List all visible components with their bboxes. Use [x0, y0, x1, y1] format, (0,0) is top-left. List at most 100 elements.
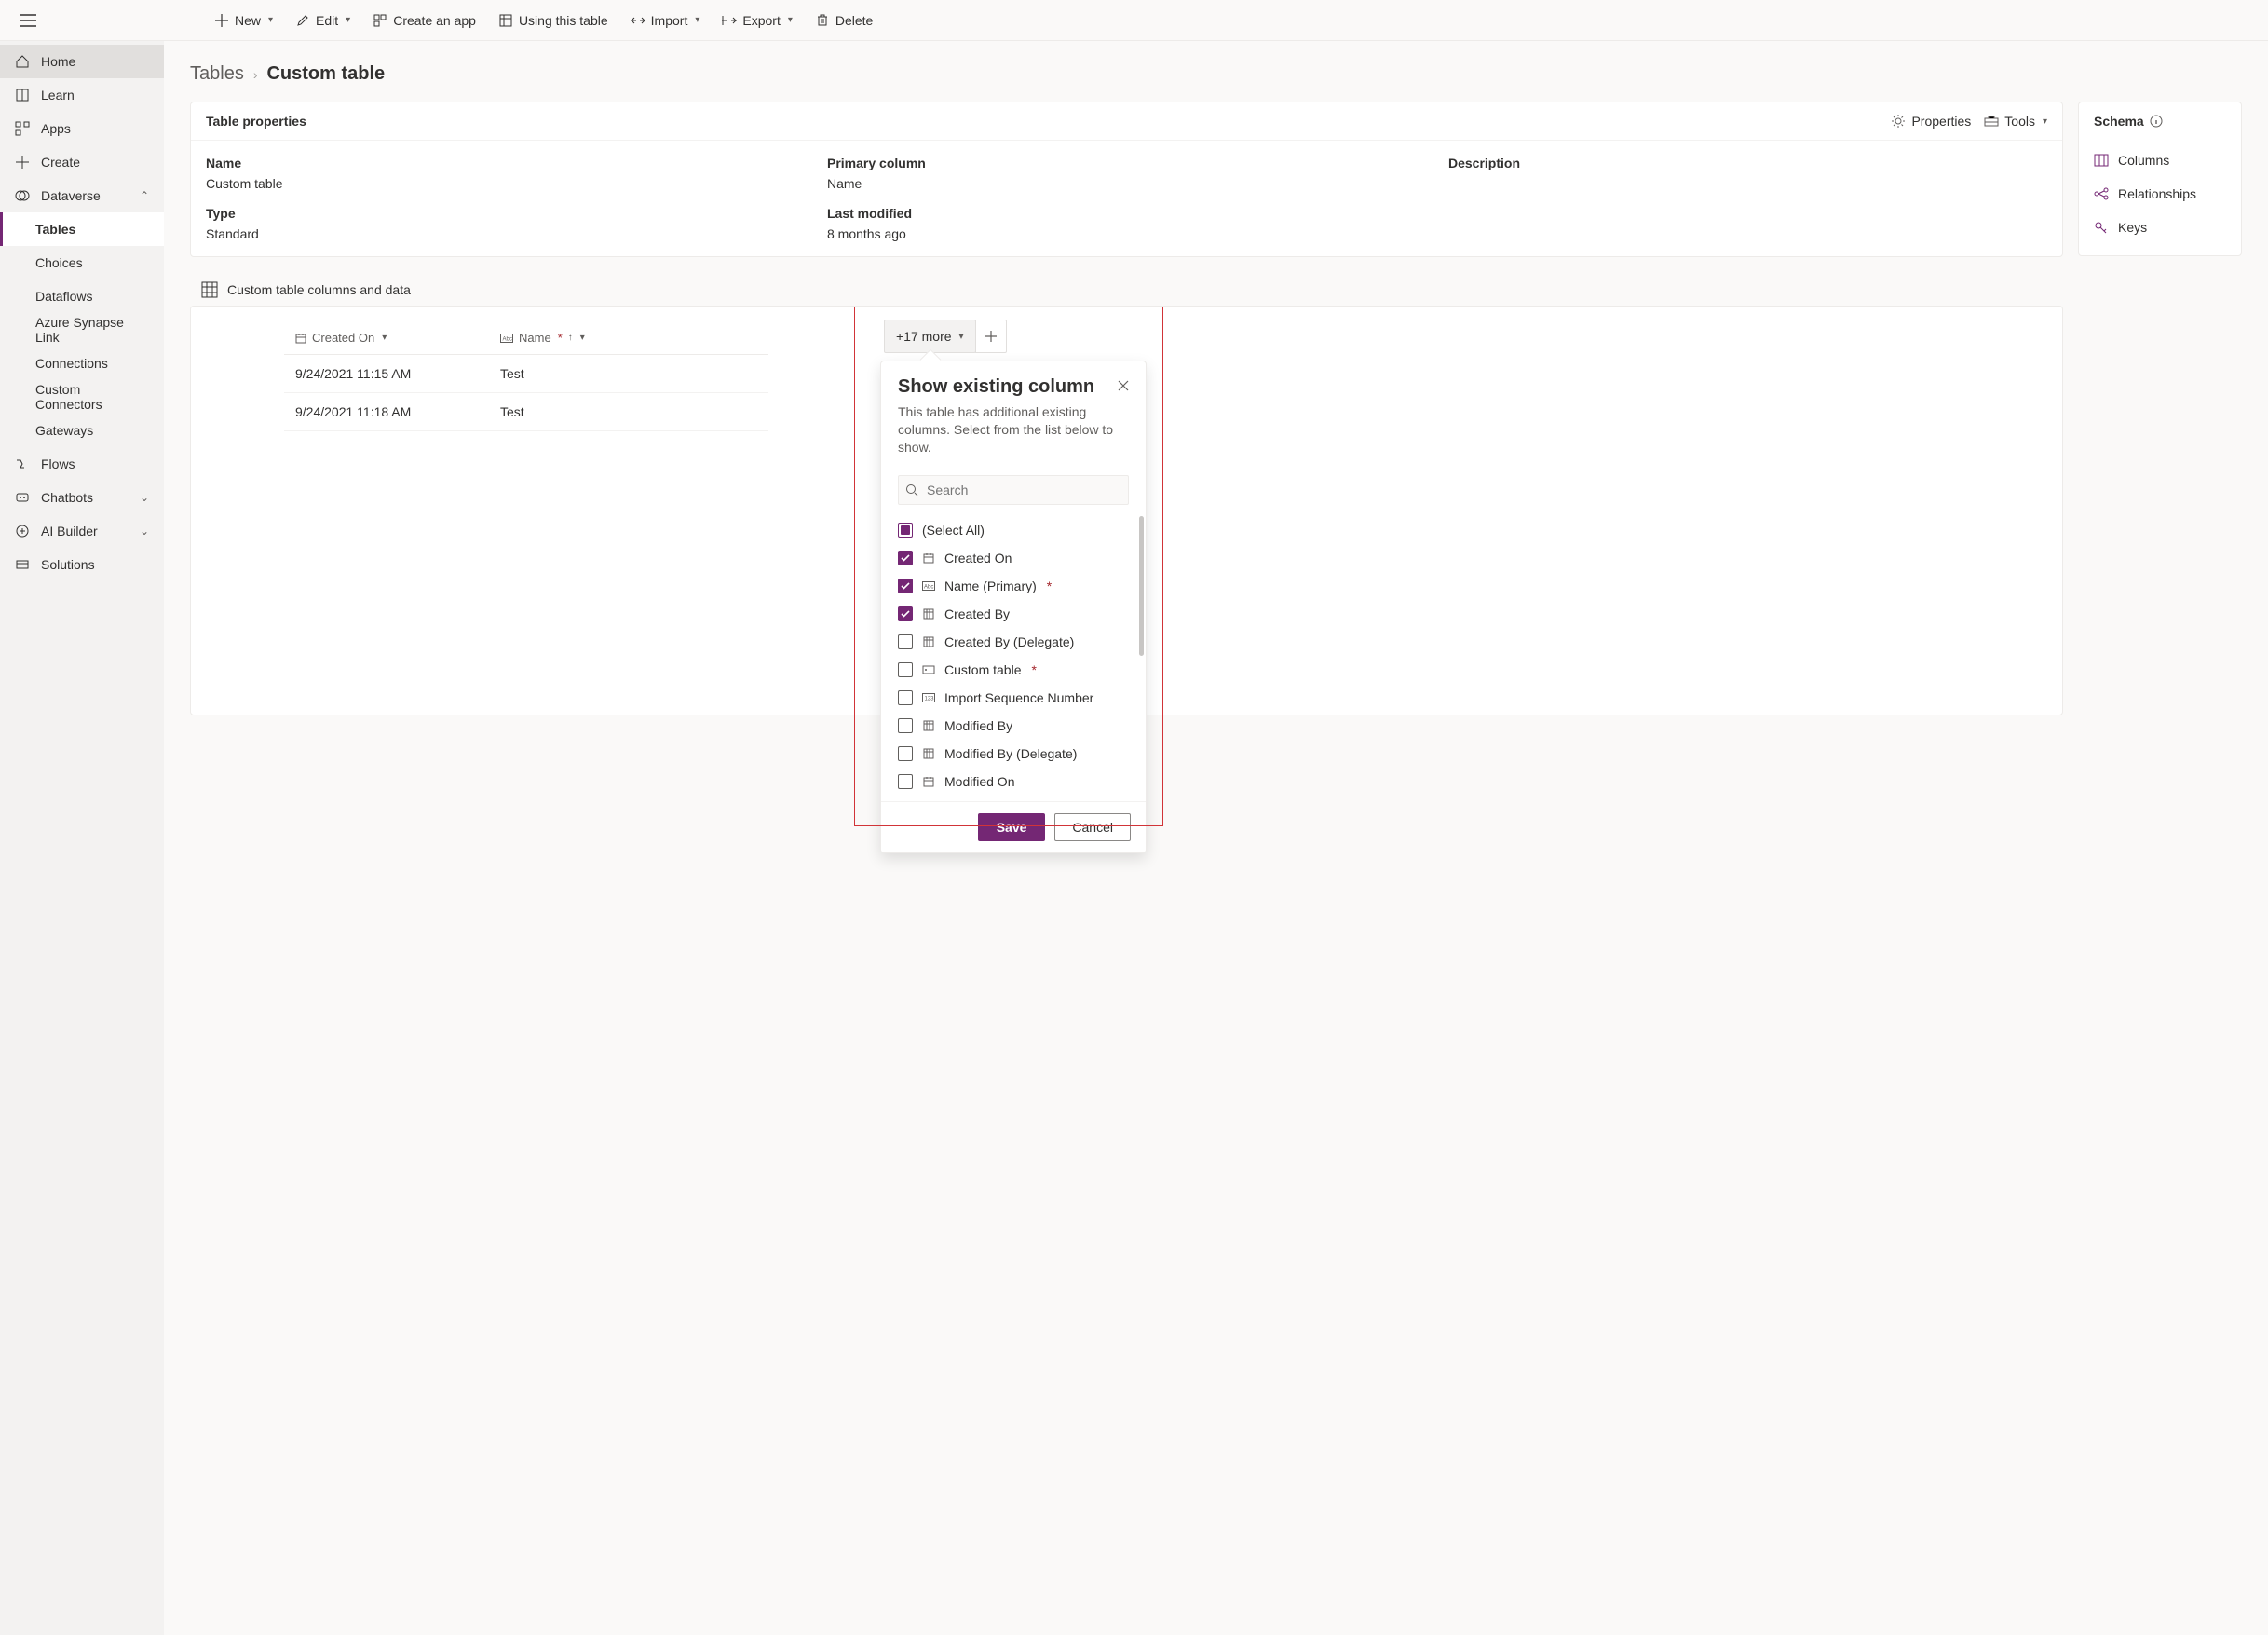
- columns-section: Custom table columns and data: [190, 274, 2063, 715]
- cancel-button[interactable]: Cancel: [1054, 813, 1131, 841]
- more-columns-label: +17 more: [896, 329, 952, 344]
- column-header-name[interactable]: Abc Name* ↑ ▾: [489, 321, 768, 355]
- popover-title: Show existing column: [898, 376, 1129, 398]
- checkbox-unchecked-icon: [898, 718, 913, 733]
- create-app-button[interactable]: Create an app: [365, 7, 483, 34]
- nav-flows[interactable]: Flows: [0, 447, 164, 481]
- column-checkbox-item[interactable]: Created By: [898, 600, 1136, 628]
- column-checkbox-item[interactable]: AbcName (Primary) *: [898, 572, 1136, 600]
- new-button[interactable]: New ▾: [207, 7, 280, 34]
- nav-choices[interactable]: Choices: [0, 246, 164, 279]
- schema-keys[interactable]: Keys: [2086, 211, 2234, 244]
- column-item-label: Modified By (Delegate): [944, 746, 1077, 761]
- nav-solutions[interactable]: Solutions: [0, 548, 164, 581]
- scrollbar[interactable]: [1139, 516, 1144, 656]
- chevron-down-icon: ▾: [695, 15, 699, 25]
- import-button[interactable]: Import ▾: [623, 7, 708, 34]
- plus-icon: [15, 155, 30, 170]
- nav-apps[interactable]: Apps: [0, 112, 164, 145]
- nav-chatbots[interactable]: Chatbots ⌄: [0, 481, 164, 514]
- nav-tables-label: Tables: [35, 222, 75, 237]
- properties-label: Properties: [1911, 114, 1971, 129]
- schema-relationships[interactable]: Relationships: [2086, 177, 2234, 211]
- nav-home-label: Home: [41, 54, 75, 69]
- table-properties-title: Table properties: [206, 114, 306, 129]
- lookup-type-icon: [922, 747, 935, 760]
- chevron-down-icon: ▾: [268, 15, 273, 25]
- column-checkbox-item[interactable]: Modified By: [898, 712, 1136, 740]
- column-item-label: Created On: [944, 551, 1012, 565]
- tools-button[interactable]: Tools ▾: [1984, 114, 2047, 129]
- cell-name: Test: [489, 355, 768, 393]
- book-icon: [15, 88, 30, 102]
- add-column-button[interactable]: [975, 320, 1007, 353]
- column-checkbox-item[interactable]: Created On: [898, 544, 1136, 572]
- chevron-down-icon: ⌄: [140, 491, 149, 504]
- nav-create[interactable]: Create: [0, 145, 164, 179]
- nav-dataverse[interactable]: Dataverse ⌃: [0, 179, 164, 212]
- col-created-on-label: Created On: [312, 331, 374, 345]
- hamburger-icon[interactable]: [7, 0, 48, 41]
- nav-connections[interactable]: Connections: [0, 347, 164, 380]
- schema-relationships-label: Relationships: [2118, 186, 2196, 201]
- type-value: Standard: [206, 226, 805, 241]
- svg-text:Abc: Abc: [924, 584, 933, 590]
- breadcrumb-tables[interactable]: Tables: [190, 63, 244, 85]
- svg-text:Abc: Abc: [503, 336, 512, 342]
- column-header-created-on[interactable]: Created On ▾: [284, 321, 489, 355]
- solutions-icon: [15, 557, 30, 572]
- column-checkbox-item[interactable]: Modified By (Delegate): [898, 740, 1136, 768]
- gear-icon: [1891, 114, 1906, 129]
- command-bar: New ▾ Edit ▾ Create an app Using this ta…: [188, 7, 880, 34]
- nav-synapse[interactable]: Azure Synapse Link: [0, 313, 164, 347]
- lookup-type-icon: [922, 607, 935, 620]
- date-type-icon: [922, 775, 935, 788]
- checkbox-unchecked-icon: [898, 690, 913, 705]
- nav-apps-label: Apps: [41, 121, 71, 136]
- primary-column-label: Primary column: [827, 156, 1426, 170]
- nav-custom-connectors[interactable]: Custom Connectors: [0, 380, 164, 414]
- schema-columns-label: Columns: [2118, 153, 2169, 168]
- nav-ai-builder[interactable]: AI Builder ⌄: [0, 514, 164, 548]
- show-existing-column-popover: Show existing column This table has addi…: [880, 361, 1147, 853]
- home-icon: [15, 54, 30, 69]
- table-row[interactable]: 9/24/2021 11:15 AMTest: [284, 355, 768, 393]
- info-icon[interactable]: [2150, 115, 2163, 128]
- required-indicator: *: [1031, 662, 1036, 677]
- select-all-checkbox[interactable]: (Select All): [898, 516, 1136, 544]
- column-checkbox-item[interactable]: Created By (Delegate): [898, 628, 1136, 656]
- save-button[interactable]: Save: [978, 813, 1046, 841]
- nav-gateways[interactable]: Gateways: [0, 414, 164, 447]
- nav-learn-label: Learn: [41, 88, 75, 102]
- column-checkbox-item[interactable]: 123Import Sequence Number: [898, 684, 1136, 712]
- edit-label: Edit: [316, 13, 338, 28]
- schema-columns[interactable]: Columns: [2086, 143, 2234, 177]
- search-icon: [905, 484, 918, 497]
- using-this-table-button[interactable]: Using this table: [491, 7, 616, 34]
- chatbot-icon: [15, 490, 30, 505]
- edit-button[interactable]: Edit ▾: [288, 7, 358, 34]
- nav-home[interactable]: Home: [0, 45, 164, 78]
- nav-choices-label: Choices: [35, 255, 83, 270]
- nav-dataflows[interactable]: Dataflows: [0, 279, 164, 313]
- lookup-type-icon: [922, 635, 935, 648]
- export-label: Export: [742, 13, 780, 28]
- nav-connections-label: Connections: [35, 356, 108, 371]
- delete-label: Delete: [835, 13, 873, 28]
- name-label: Name: [206, 156, 805, 170]
- search-input[interactable]: [898, 475, 1129, 505]
- nav-tables[interactable]: Tables: [0, 212, 164, 246]
- relationships-icon: [2094, 187, 2109, 200]
- nav-learn[interactable]: Learn: [0, 78, 164, 112]
- column-checkbox-item[interactable]: Custom table *: [898, 656, 1136, 684]
- table-properties-card: Table properties Properties Tools ▾: [190, 102, 2063, 257]
- column-checkbox-item[interactable]: Modified On: [898, 768, 1136, 796]
- nav-solutions-label: Solutions: [41, 557, 95, 572]
- close-button[interactable]: [1112, 375, 1134, 397]
- table-row[interactable]: 9/24/2021 11:18 AMTest: [284, 393, 768, 431]
- export-button[interactable]: Export ▾: [714, 7, 800, 34]
- delete-button[interactable]: Delete: [808, 7, 880, 34]
- sort-asc-icon: ↑: [568, 333, 573, 343]
- properties-button[interactable]: Properties: [1891, 114, 1971, 129]
- lookup-type-icon: [922, 719, 935, 732]
